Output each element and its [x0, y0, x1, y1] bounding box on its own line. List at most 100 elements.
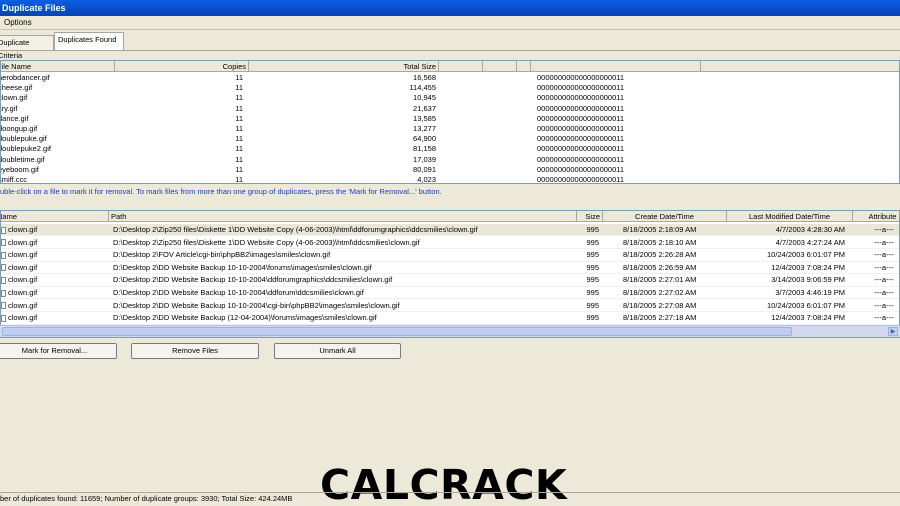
- attribute-cell: ---a---: [874, 300, 894, 310]
- create-date-cell: 8/18/2005 2:27:18 AM: [623, 313, 697, 323]
- name-cell: clown.gif: [1, 224, 105, 236]
- copies-cell: 11: [235, 83, 243, 93]
- name-cell: clown.gif: [1, 262, 105, 274]
- table-header: NamePathSizeCreate Date/TimeLast Modifie…: [1, 211, 899, 222]
- table-row[interactable]: doublepuke.gif 11 64,900 000000000000000000…: [1, 134, 899, 144]
- column-header[interactable]: Size: [577, 211, 603, 222]
- mark-for-removal-button[interactable]: Mark for Removal...: [0, 343, 117, 359]
- table-row[interactable]: doongup.gif 11 13,277 000000000000000000011: [1, 124, 899, 134]
- column-header[interactable]: Path: [109, 211, 577, 222]
- group-id-cell: 000000000000000000011: [537, 73, 625, 82]
- duplicate-groups-table[interactable]: File Name Copies Total Size aerobdancer.gi…: [0, 60, 900, 184]
- file-name-text: clown.gif: [8, 237, 38, 247]
- table-row[interactable]: clown.gif D:\Desktop 2\DD Website Backup …: [1, 312, 899, 325]
- tab-duplicates-found[interactable]: Duplicates Found: [54, 32, 124, 50]
- copies-cell: 11: [235, 124, 243, 133]
- copies-cell: 11: [235, 73, 243, 82]
- path-cell: D:\Desktop 2\DD Website Backup (12-04-20…: [113, 313, 377, 323]
- file-name-cell: eyeboom.gif: [0, 164, 39, 174]
- path-cell: D:\Desktop 2\DD Website Backup 10-10-200…: [113, 300, 400, 310]
- attribute-cell: ---a---: [874, 288, 894, 297]
- size-cell: 995: [586, 300, 599, 310]
- file-name-cell: cry.gif: [1, 103, 18, 113]
- group-id-cell: 000000000000000000011: [537, 124, 625, 133]
- file-icon: [1, 302, 6, 310]
- file-name-text: clown.gif: [8, 262, 38, 272]
- size-cell: 995: [586, 288, 599, 297]
- total-size-cell: 81,158: [413, 144, 436, 154]
- create-date-cell: 8/18/2005 2:27:01 AM: [623, 275, 697, 285]
- column-header[interactable]: Name: [1, 211, 109, 222]
- group-id-cell: 000000000000000000011: [537, 164, 625, 174]
- instruction-text: uble-click on a file to mark it for remo…: [0, 187, 442, 196]
- column-header[interactable]: [517, 61, 531, 72]
- table-row[interactable]: clown.gif D:\Desktop 2\DD Website Backup …: [1, 274, 899, 287]
- table-row[interactable]: cheese.gif 11 114,455 000000000000000000011: [1, 83, 899, 93]
- table-header: File Name Copies Total Size: [1, 61, 899, 72]
- path-cell: D:\Desktop 2\FOV Article\cgi-bin\phpBB2\…: [113, 250, 331, 260]
- attribute-cell: ---a---: [874, 313, 894, 323]
- path-cell: D:\Desktop 2\DD Website Backup 10-10-200…: [113, 288, 364, 297]
- column-header[interactable]: Copies: [115, 61, 249, 72]
- total-size-cell: 13,277: [413, 124, 436, 133]
- table-row[interactable]: clown.gif D:\Desktop 2\DD Website Backup …: [1, 287, 899, 300]
- path-cell: D:\Desktop 2\DD Website Backup 10-10-200…: [113, 262, 372, 272]
- file-name-cell: cheese.gif: [0, 83, 33, 93]
- modified-date-cell: 12/4/2003 7:08:24 PM: [771, 313, 845, 323]
- copies-cell: 11: [235, 144, 243, 154]
- menu-options[interactable]: Options: [4, 18, 32, 27]
- create-date-cell: 8/18/2005 2:27:08 AM: [623, 300, 697, 310]
- table-row[interactable]: aerobdancer.gif 11 16,568 00000000000000000…: [1, 73, 899, 83]
- file-name-text: clown.gif: [8, 313, 38, 323]
- create-date-cell: 8/18/2005 2:26:59 AM: [623, 262, 697, 272]
- table-row[interactable]: dance.gif 11 13,585 000000000000000000011: [1, 114, 899, 124]
- file-icon: [1, 226, 6, 234]
- column-header[interactable]: [531, 61, 701, 72]
- modified-date-cell: 10/24/2003 6:01:07 PM: [767, 300, 845, 310]
- tab-duplicate-criteria[interactable]: Duplicate Criteria: [0, 35, 54, 60]
- file-name-text: clown.gif: [8, 300, 38, 310]
- modified-date-cell: 4/7/2003 4:27:24 AM: [775, 237, 845, 247]
- column-header[interactable]: Create Date/Time: [603, 211, 727, 222]
- table-row[interactable]: clown.gif D:\Desktop 2\Zip250 files\Diske…: [1, 237, 899, 249]
- group-id-cell: 000000000000000000011: [537, 144, 625, 154]
- column-header[interactable]: [483, 61, 517, 72]
- column-header[interactable]: Total Size: [249, 61, 439, 72]
- copies-cell: 11: [235, 175, 243, 184]
- size-cell: 995: [586, 250, 599, 260]
- file-name-text: clown.gif: [8, 275, 38, 285]
- table-row[interactable]: doublepuke2.gif 11 81,158 00000000000000000…: [1, 144, 899, 154]
- modified-date-cell: 10/24/2003 6:01:07 PM: [767, 250, 845, 260]
- table-row[interactable]: clown.gif D:\Desktop 2\FOV Article\cgi-bi…: [1, 249, 899, 262]
- table-row[interactable]: cry.gif 11 21,637 000000000000000000011: [1, 104, 899, 114]
- file-icon: [1, 239, 6, 247]
- horizontal-scrollbar[interactable]: ▶: [0, 325, 900, 337]
- column-header[interactable]: File Name: [1, 61, 115, 72]
- attribute-cell: ---a---: [874, 250, 894, 260]
- scroll-right-icon[interactable]: ▶: [888, 327, 898, 336]
- column-header[interactable]: [439, 61, 483, 72]
- table-row[interactable]: clown.gif D:\Desktop 2\DD Website Backup …: [1, 300, 899, 312]
- column-header[interactable]: Attribute: [853, 211, 899, 222]
- table-row[interactable]: smiff.ccc 11 4,023 000000000000000000011: [1, 175, 899, 184]
- unmark-all-button[interactable]: Unmark All: [274, 343, 401, 359]
- column-header[interactable]: Last Modified Date/Time: [727, 211, 853, 222]
- scrollbar-thumb[interactable]: [2, 327, 792, 336]
- remove-files-button[interactable]: Remove Files: [131, 343, 259, 359]
- file-name-cell: dance.gif: [0, 113, 29, 123]
- table-row[interactable]: doubletime.gif 11 17,039 000000000000000000…: [1, 155, 899, 165]
- duplicate-files-table[interactable]: NamePathSizeCreate Date/TimeLast Modifie…: [0, 210, 900, 338]
- table-row[interactable]: clown.gif D:\Desktop 2\DD Website Backup …: [1, 262, 899, 275]
- total-size-cell: 21,637: [413, 103, 436, 113]
- window-title-bar[interactable]: Duplicate Files: [0, 0, 900, 16]
- file-icon: [1, 251, 6, 259]
- copies-cell: 11: [235, 93, 243, 103]
- name-cell: clown.gif: [1, 287, 105, 299]
- copies-cell: 11: [235, 103, 243, 113]
- total-size-cell: 10,945: [413, 93, 436, 103]
- table-row[interactable]: eyeboom.gif 11 80,091 000000000000000000011: [1, 165, 899, 175]
- name-cell: clown.gif: [1, 300, 105, 312]
- table-row[interactable]: clown.gif D:\Desktop 2\Zip250 files\Diske…: [1, 224, 899, 237]
- size-cell: 995: [586, 237, 599, 247]
- table-row[interactable]: clown.gif 11 10,945 000000000000000000011: [1, 93, 899, 103]
